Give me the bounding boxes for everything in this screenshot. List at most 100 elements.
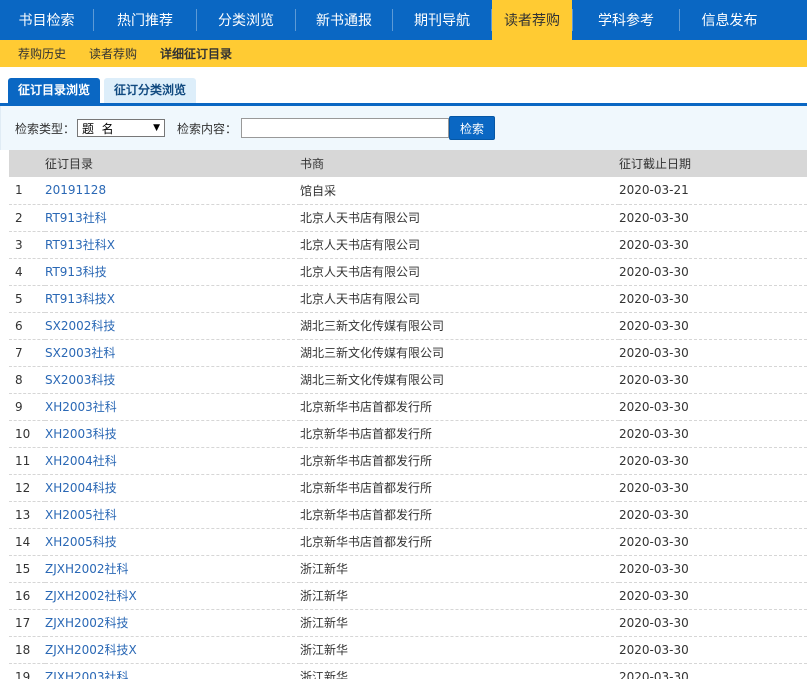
deadline-cell: 2020-03-30 [619, 339, 807, 367]
row-number: 2 [9, 204, 45, 232]
table-row: 16 ZJXH2002社科X 浙江新华 2020-03-30 [9, 582, 807, 610]
row-number: 6 [9, 312, 45, 340]
search-type-label: 检索类型： [15, 121, 76, 136]
row-number: 15 [9, 555, 45, 583]
deadline-cell: 2020-03-30 [619, 204, 807, 232]
nav-item-3[interactable]: 新书通报 [296, 0, 392, 40]
subnav-item-0[interactable]: 荐购历史 [18, 45, 66, 62]
catalog-link[interactable]: RT913科技 [45, 265, 107, 279]
deadline-cell: 2020-03-30 [619, 312, 807, 340]
deadline-cell: 2020-03-30 [619, 501, 807, 529]
deadline-cell: 2020-03-30 [619, 420, 807, 448]
table-row: 1 20191128 馆自采 2020-03-21 [9, 177, 807, 205]
deadline-cell: 2020-03-30 [619, 555, 807, 583]
row-number: 1 [9, 177, 45, 205]
nav-item-2[interactable]: 分类浏览 [197, 0, 295, 40]
catalog-link[interactable]: SX2002科技 [45, 319, 115, 333]
deadline-cell: 2020-03-30 [619, 609, 807, 637]
catalog-link[interactable]: ZJXH2002社科X [45, 589, 137, 603]
row-number: 19 [9, 663, 45, 679]
tab-1[interactable]: 征订分类浏览 [104, 78, 197, 103]
catalog-link[interactable]: XH2004科技 [45, 481, 117, 495]
catalog-cell: SX2002科技 [45, 312, 300, 340]
row-number: 18 [9, 636, 45, 664]
catalog-cell: RT913科技X [45, 285, 300, 313]
nav-item-label: 读者荐购 [504, 13, 560, 29]
row-number: 7 [9, 339, 45, 367]
vendor-cell: 北京新华书店首都发行所 [300, 447, 619, 475]
tab-0[interactable]: 征订目录浏览 [8, 78, 101, 103]
header-deadline: 征订截止日期 [619, 150, 807, 177]
table-row: 11 XH2004社科 北京新华书店首都发行所 2020-03-30 [9, 447, 807, 475]
catalog-cell: 20191128 [45, 177, 300, 205]
row-number: 4 [9, 258, 45, 286]
deadline-cell: 2020-03-30 [619, 636, 807, 664]
deadline-cell: 2020-03-30 [619, 474, 807, 502]
catalog-link[interactable]: XH2003社科 [45, 400, 117, 414]
catalog-link[interactable]: 20191128 [45, 183, 106, 197]
catalog-link[interactable]: XH2004社科 [45, 454, 117, 468]
deadline-cell: 2020-03-30 [619, 447, 807, 475]
table-row: 17 ZJXH2002科技 浙江新华 2020-03-30 [9, 609, 807, 637]
catalog-cell: RT913科技 [45, 258, 300, 286]
catalog-link[interactable]: ZJXH2002社科 [45, 562, 129, 576]
deadline-cell: 2020-03-30 [619, 231, 807, 259]
catalog-cell: ZJXH2002社科 [45, 555, 300, 583]
catalog-link[interactable]: RT913科技X [45, 292, 115, 306]
subnav-item-2[interactable]: 详细征订目录 [160, 45, 232, 62]
nav-item-4[interactable]: 期刊导航 [393, 0, 491, 40]
search-button[interactable]: 检索 [449, 116, 496, 140]
table-row: 9 XH2003社科 北京新华书店首都发行所 2020-03-30 [9, 393, 807, 421]
table-row: 3 RT913社科X 北京人天书店有限公司 2020-03-30 [9, 231, 807, 259]
vendor-cell: 浙江新华 [300, 609, 619, 637]
nav-item-label: 期刊导航 [414, 13, 470, 29]
table-row: 7 SX2003社科 湖北三新文化传媒有限公司 2020-03-30 [9, 339, 807, 367]
catalog-link[interactable]: SX2003社科 [45, 346, 115, 360]
vendor-cell: 浙江新华 [300, 663, 619, 679]
catalog-cell: XH2004社科 [45, 447, 300, 475]
search-bar: 检索类型： 题 名 ▼ 检索内容： 检索 [0, 106, 807, 150]
row-number: 14 [9, 528, 45, 556]
catalog-cell: SX2003社科 [45, 339, 300, 367]
catalog-link[interactable]: RT913社科 [45, 211, 107, 225]
catalog-cell: XH2005社科 [45, 501, 300, 529]
table-row: 19 ZJXH2003社科 浙江新华 2020-03-30 [9, 663, 807, 679]
catalog-link[interactable]: RT913社科X [45, 238, 115, 252]
vendor-cell: 浙江新华 [300, 555, 619, 583]
search-input[interactable] [241, 118, 450, 138]
deadline-cell: 2020-03-30 [619, 285, 807, 313]
table-row: 10 XH2003科技 北京新华书店首都发行所 2020-03-30 [9, 420, 807, 448]
nav-item-label: 分类浏览 [218, 13, 274, 29]
header-vendor: 书商 [300, 150, 619, 177]
deadline-cell: 2020-03-30 [619, 258, 807, 286]
table-row: 12 XH2004科技 北京新华书店首都发行所 2020-03-30 [9, 474, 807, 502]
row-number: 16 [9, 582, 45, 610]
vendor-cell: 馆自采 [300, 177, 619, 205]
nav-item-7[interactable]: 信息发布 [680, 0, 779, 40]
catalog-link[interactable]: XH2005科技 [45, 535, 117, 549]
catalog-cell: ZJXH2002社科X [45, 582, 300, 610]
search-type-value: 题 名 [82, 121, 114, 136]
search-type-select[interactable]: 题 名 ▼ [77, 119, 166, 137]
vendor-cell: 北京新华书店首都发行所 [300, 501, 619, 529]
header-catalog: 征订目录 [45, 150, 300, 177]
catalog-link[interactable]: ZJXH2002科技X [45, 643, 137, 657]
nav-item-6[interactable]: 学科参考 [573, 0, 679, 40]
catalog-link[interactable]: XH2003科技 [45, 427, 117, 441]
catalog-link[interactable]: XH2005社科 [45, 508, 117, 522]
nav-item-label: 热门推荐 [117, 13, 173, 29]
subnav-item-1[interactable]: 读者荐购 [89, 45, 137, 62]
search-content-label: 检索内容： [177, 121, 238, 136]
nav-item-0[interactable]: 书目检索 [0, 0, 93, 40]
nav-item-1[interactable]: 热门推荐 [94, 0, 196, 40]
vendor-cell: 北京人天书店有限公司 [300, 258, 619, 286]
nav-item-label: 书目检索 [18, 13, 75, 29]
deadline-cell: 2020-03-30 [619, 366, 807, 394]
nav-item-5[interactable]: 读者荐购 [492, 0, 572, 40]
vendor-cell: 北京新华书店首都发行所 [300, 474, 619, 502]
catalog-link[interactable]: ZJXH2003社科 [45, 670, 129, 679]
catalog-cell: XH2003社科 [45, 393, 300, 421]
sub-nav: 荐购历史 读者荐购 详细征订目录 [0, 40, 807, 67]
catalog-link[interactable]: SX2003科技 [45, 373, 115, 387]
catalog-link[interactable]: ZJXH2002科技 [45, 616, 129, 630]
